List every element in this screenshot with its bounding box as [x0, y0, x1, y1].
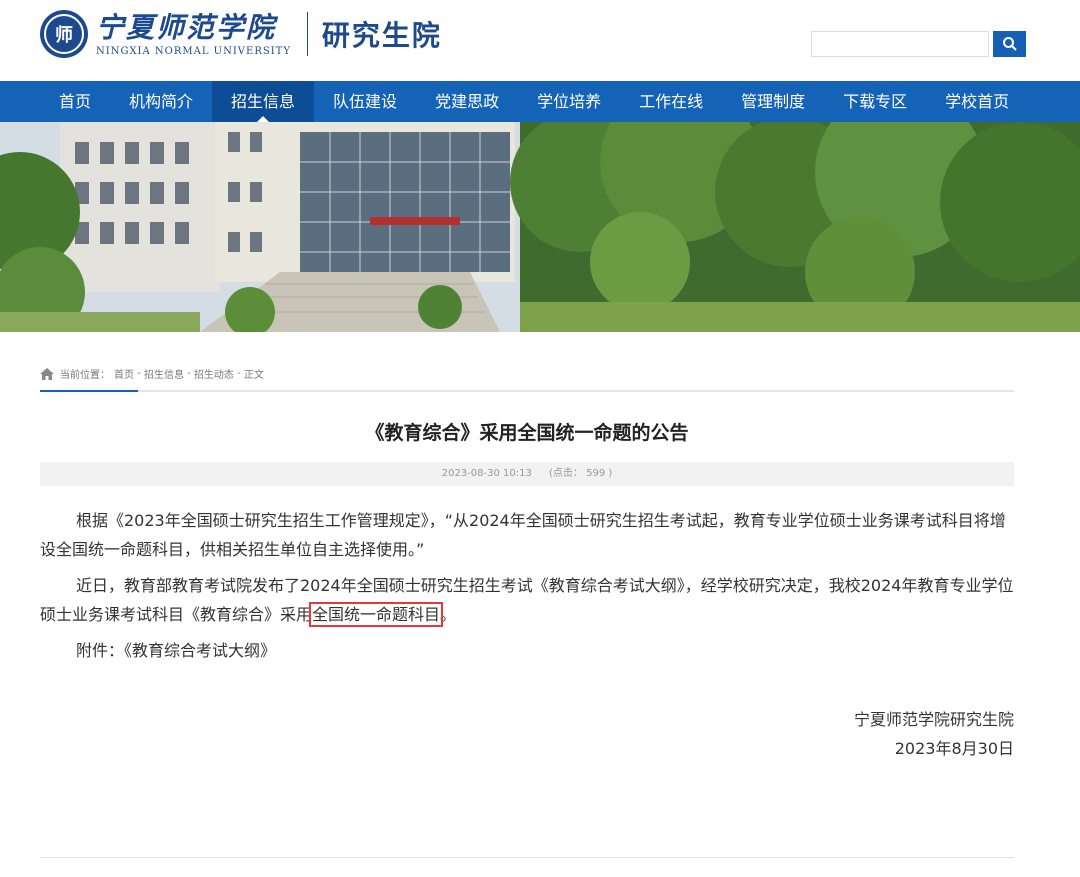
home-icon	[40, 367, 54, 380]
site-header: 师 宁夏师范学院 NINGXIA NORMAL UNIVERSITY 研究生院	[0, 0, 1080, 81]
search-input[interactable]	[811, 31, 989, 57]
publish-date: 2023-08-30 10:13	[441, 468, 532, 479]
main-nav: 首页 机构简介 招生信息 队伍建设 党建思政 学位培养 工作在线 管理制度 下载…	[0, 81, 1080, 122]
nav-item-school-home[interactable]: 学校首页	[926, 81, 1028, 122]
brand: 宁夏师范学院 NINGXIA NORMAL UNIVERSITY	[96, 10, 291, 57]
paragraph-1: 根据《2023年全国硕士研究生招生工作管理规定》，“从2024年全国硕士研究生招…	[40, 511, 1006, 559]
seal-text: 师	[55, 25, 73, 46]
campus-banner-image	[0, 122, 1080, 332]
signature: 宁夏师范学院研究生院 2023年8月30日	[854, 705, 1014, 763]
breadcrumb-underline	[40, 390, 1014, 392]
search-icon	[1003, 37, 1017, 51]
paragraph-2-end: 。	[440, 605, 457, 624]
campus-photo	[0, 122, 1080, 332]
nav-item-downloads[interactable]: 下载专区	[824, 81, 926, 122]
breadcrumb-admission-news[interactable]: 招生动态	[194, 366, 234, 381]
article-body: 根据《2023年全国硕士研究生招生工作管理规定》，“从2024年全国硕士研究生招…	[40, 506, 1014, 672]
paragraph-2-text: 近日，教育部教育考试院发布了2024年全国硕士研究生招生考试《教育综合考试大纲》…	[40, 576, 1014, 624]
nav-item-home[interactable]: 首页	[40, 81, 110, 122]
nav-item-rules[interactable]: 管理制度	[722, 81, 824, 122]
nav-item-about[interactable]: 机构简介	[110, 81, 212, 122]
breadcrumb-home[interactable]: 首页	[114, 366, 134, 381]
hit-count: (点击： 599 )	[549, 468, 613, 479]
logo-divider	[306, 12, 308, 56]
attachment-line[interactable]: 附件：《教育综合考试大纲》	[40, 636, 1014, 665]
university-name-en: NINGXIA NORMAL UNIVERSITY	[96, 45, 291, 57]
breadcrumb-prefix: 当前位置：	[60, 370, 110, 381]
breadcrumb-separator: -	[183, 368, 194, 379]
university-seal-icon: 师	[40, 10, 88, 58]
signature-date: 2023年8月30日	[894, 739, 1014, 758]
signature-org: 宁夏师范学院研究生院	[853, 710, 1014, 729]
site-logo[interactable]: 师 宁夏师范学院 NINGXIA NORMAL UNIVERSITY 研究生院	[40, 10, 442, 58]
breadcrumb-separator: -	[233, 368, 244, 379]
nav-item-admissions[interactable]: 招生信息	[212, 81, 315, 122]
nav-item-degree[interactable]: 学位培养	[518, 81, 620, 122]
search-button[interactable]	[993, 31, 1026, 57]
nav-item-faculty[interactable]: 队伍建设	[314, 81, 416, 122]
breadcrumb: 当前位置： 首页 - 招生信息 - 招生动态 - 正文	[40, 366, 264, 381]
article-meta: 2023-08-30 10:13 (点击： 599 )	[40, 462, 1014, 486]
paragraph-2: 近日，教育部教育考试院发布了2024年全国硕士研究生招生考试《教育综合考试大纲》…	[40, 571, 1014, 629]
breadcrumb-admissions[interactable]: 招生信息	[144, 366, 184, 381]
university-name-cn: 宁夏师范学院	[96, 10, 277, 44]
article-title: 《教育综合》采用全国统一命题的公告	[365, 422, 689, 444]
search-box	[811, 31, 1026, 57]
department-name: 研究生院	[321, 19, 442, 52]
highlighted-text: 全国统一命题科目	[309, 602, 444, 627]
breadcrumb-current: 正文	[243, 370, 264, 381]
nav-item-online[interactable]: 工作在线	[620, 81, 722, 122]
bottom-divider	[40, 857, 1014, 858]
breadcrumb-separator: -	[134, 368, 144, 379]
nav-item-party[interactable]: 党建思政	[416, 81, 518, 122]
